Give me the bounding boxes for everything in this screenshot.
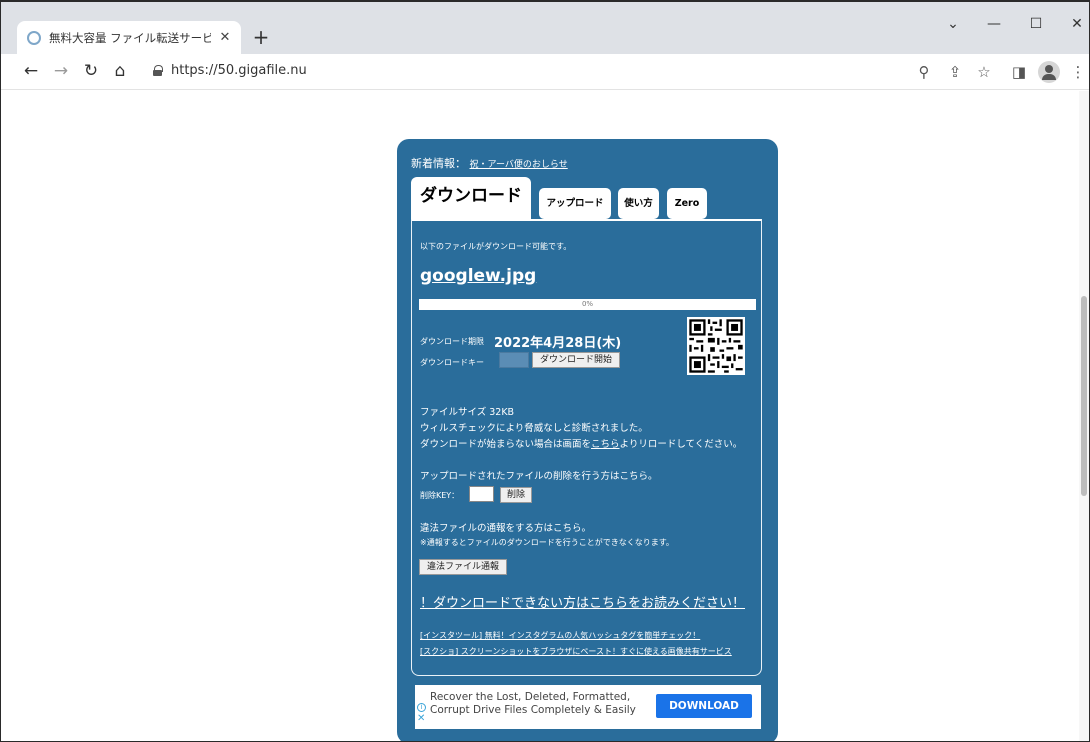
ad-download-button[interactable]: DOWNLOAD — [656, 694, 752, 718]
virus-check-text: ウィルスチェックにより脅威なしと診断されました。 — [420, 423, 648, 434]
back-icon[interactable]: ← — [21, 61, 41, 81]
report-button[interactable]: 違法ファイル通報 — [419, 559, 507, 575]
tab-upload[interactable]: アップロード — [539, 188, 611, 219]
news-label: 新着情報： — [411, 157, 466, 170]
new-tab-icon[interactable]: + — [251, 26, 271, 48]
report-intro: 違法ファイルの通報をする方はこちら。 — [420, 523, 592, 534]
page-tabs: ダウンロード アップロード 使い方 Zero — [411, 177, 767, 221]
report-note: ※通報するとファイルのダウンロードを行うことができなくなります。 — [420, 538, 674, 547]
download-key-input[interactable] — [499, 352, 529, 368]
close-window-icon[interactable]: ✕ — [1067, 16, 1087, 32]
bookmark-star-icon[interactable]: ☆ — [974, 62, 994, 82]
lock-icon — [153, 65, 163, 76]
tab-search-chevron-icon[interactable]: ⌄ — [943, 16, 963, 32]
promo-link-screenshot[interactable]: [スクショ] スクリーンショットをブラウザにペースト！すぐに使える画像共有サービ… — [420, 646, 732, 657]
tab-download[interactable]: ダウンロード — [411, 177, 531, 219]
menu-kebab-icon[interactable]: ⋮ — [1068, 62, 1088, 82]
browser-toolbar: ← → ↻ ⌂ https://50.gigafile.nu ⚲ ⇪ ☆ ◨ ⋮ — [1, 54, 1089, 90]
ad-text: Recover the Lost, Deleted, Formatted, Co… — [430, 691, 636, 717]
browser-window: 無料大容量 ファイル転送サービス Gi ✕ + ⌄ — ☐ ✕ ← → ↻ ⌂ … — [0, 0, 1090, 742]
news-link[interactable]: 祝・アーバ便のおしらせ — [470, 160, 568, 170]
delete-key-input[interactable] — [469, 486, 494, 502]
side-panel-icon[interactable]: ◨ — [1009, 62, 1029, 82]
tab-title: 無料大容量 ファイル転送サービス Gi — [49, 30, 211, 45]
home-icon[interactable]: ⌂ — [110, 61, 130, 81]
site-favicon-icon — [27, 30, 41, 45]
tab-close-icon[interactable]: ✕ — [217, 30, 233, 45]
tab-zero[interactable]: Zero — [667, 188, 707, 219]
delete-intro: アップロードされたファイルの削除を行う方はこちら。 — [420, 471, 658, 482]
zoom-icon[interactable]: ⚲ — [914, 62, 934, 82]
forward-icon[interactable]: → — [51, 61, 71, 81]
reload-link[interactable]: こちら — [591, 439, 620, 450]
maximize-icon[interactable]: ☐ — [1026, 16, 1046, 32]
browser-tab[interactable]: 無料大容量 ファイル転送サービス Gi ✕ — [17, 21, 241, 54]
progress-text: 0% — [581, 300, 594, 308]
delete-key-label: 削除KEY： — [420, 491, 460, 500]
file-size: ファイルサイズ 32KB — [420, 407, 515, 418]
gigafile-card: 新着情報： 祝・アーバ便のおしらせ ダウンロード アップロード 使い方 Zero… — [397, 139, 778, 741]
delete-button[interactable]: 削除 — [500, 487, 532, 503]
ad-info-icon[interactable]: i — [417, 703, 426, 712]
download-help-link[interactable]: ！ダウンロードできない方はこちらをお読みください！ — [420, 592, 745, 611]
promo-link-insta[interactable]: [インスタツール] 無料！インスタグラムの人気ハッシュタグを簡単チェック！ — [420, 630, 700, 641]
profile-avatar-icon[interactable] — [1038, 61, 1060, 83]
tab-strip: 無料大容量 ファイル転送サービス Gi ✕ + ⌄ — ☐ ✕ — [1, 2, 1089, 54]
scrollbar-thumb[interactable] — [1081, 296, 1087, 496]
minimize-icon[interactable]: — — [984, 16, 1004, 32]
download-key-label: ダウンロードキー — [420, 358, 484, 367]
qr-code — [687, 317, 745, 375]
deadline-label: ダウンロード期限 — [420, 337, 484, 346]
news-bar: 新着情報： 祝・アーバ便のおしらせ — [411, 155, 568, 171]
reload-text: ダウンロードが始まらない場合は画面をこちらよりリロードしてください。 — [420, 436, 742, 450]
download-panel: 以下のファイルがダウンロード可能です。 googlew.jpg 0% ダウンロー… — [411, 219, 762, 676]
ad-close-icon[interactable]: ✕ — [417, 714, 425, 724]
download-progress-bar: 0% — [419, 299, 756, 310]
tab-how-to[interactable]: 使い方 — [618, 188, 659, 219]
reload-prefix: ダウンロードが始まらない場合は画面を — [420, 439, 592, 450]
download-start-button[interactable]: ダウンロード開始 — [532, 352, 620, 368]
page-scrollbar[interactable] — [1079, 91, 1089, 741]
file-name-link[interactable]: googlew.jpg — [420, 266, 536, 286]
reload-suffix: よりリロードしてください。 — [619, 439, 743, 450]
ad-line-2: Corrupt Drive Files Completely & Easily — [430, 704, 636, 716]
share-icon[interactable]: ⇪ — [945, 62, 965, 82]
reload-icon[interactable]: ↻ — [81, 61, 101, 81]
ad-banner[interactable]: i ✕ Recover the Lost, Deleted, Formatted… — [415, 685, 761, 729]
intro-text: 以下のファイルがダウンロード可能です。 — [420, 242, 572, 251]
deadline-value: 2022年4月28日(木) — [494, 336, 622, 351]
address-bar[interactable]: https://50.gigafile.nu — [171, 63, 307, 78]
ad-line-1: Recover the Lost, Deleted, Formatted, — [430, 691, 631, 703]
